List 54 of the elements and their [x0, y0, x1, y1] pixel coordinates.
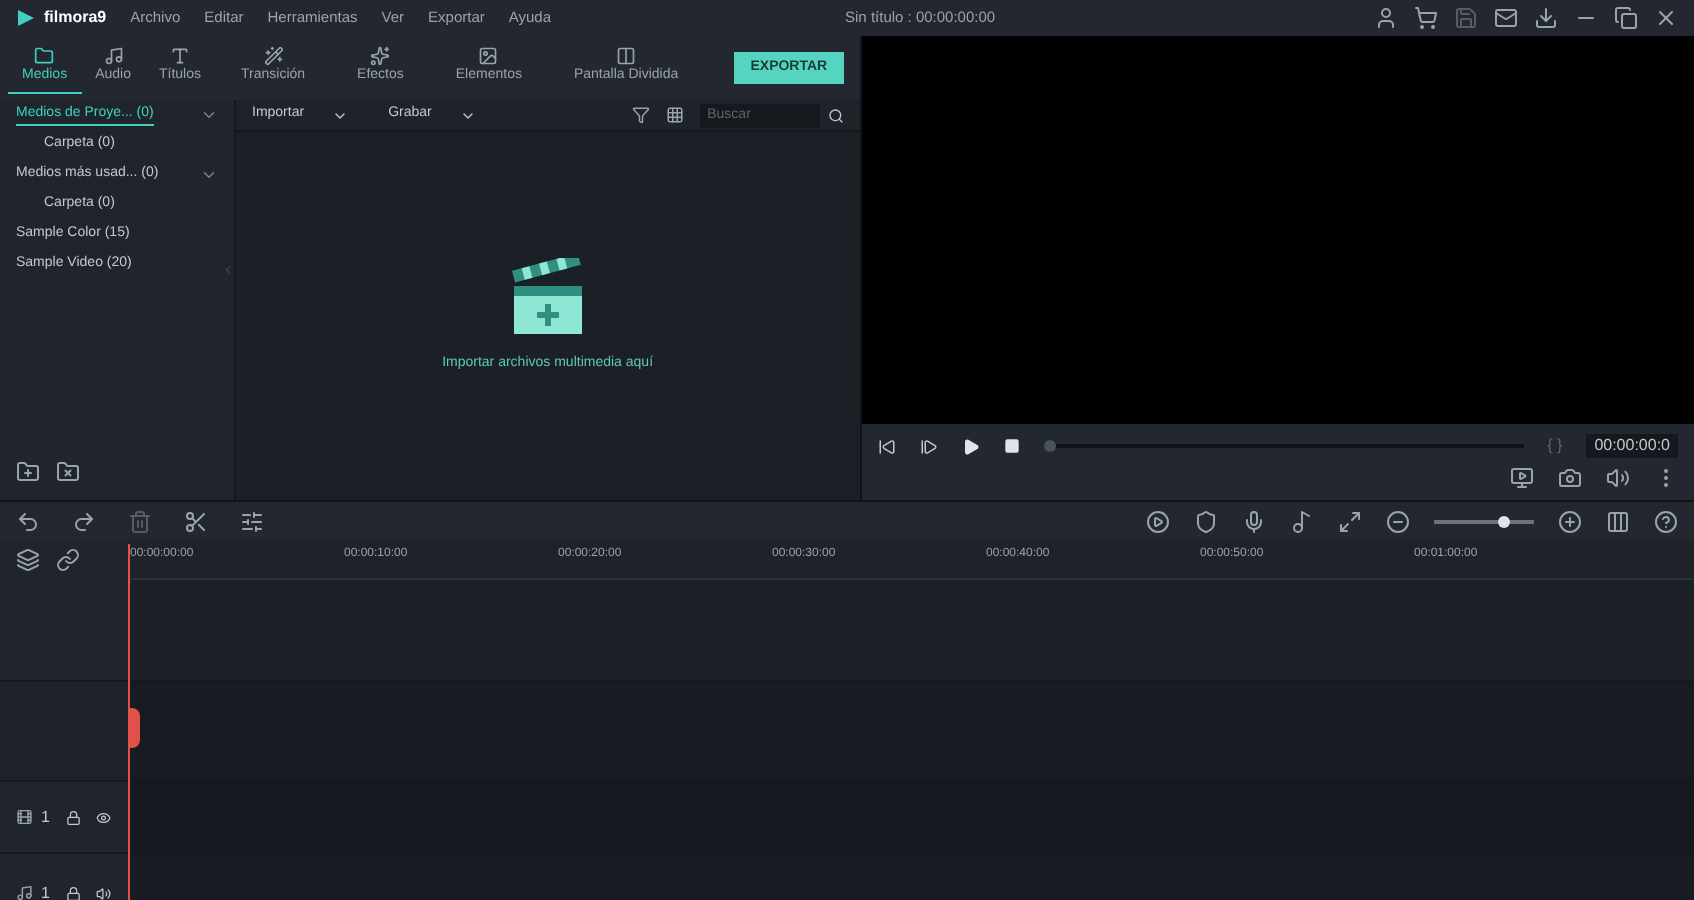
text-icon [169, 46, 190, 67]
lock-icon[interactable] [65, 885, 81, 900]
expand-icon[interactable] [200, 166, 218, 184]
cart-icon[interactable] [1414, 6, 1438, 30]
folder-icon [34, 46, 55, 67]
download-icon[interactable] [1534, 6, 1558, 30]
restore-icon[interactable] [1614, 6, 1638, 30]
fit-icon[interactable] [1338, 509, 1362, 533]
mail-icon[interactable] [1494, 6, 1518, 30]
zoom-slider-thumb[interactable] [1497, 515, 1510, 527]
lock-icon[interactable] [65, 809, 81, 825]
grid-icon[interactable] [665, 106, 684, 124]
eye-icon[interactable] [96, 809, 112, 825]
undo-icon[interactable] [16, 509, 40, 533]
camera-icon[interactable] [1558, 466, 1582, 490]
microphone-icon[interactable] [1242, 509, 1266, 533]
playhead-handle[interactable] [128, 708, 140, 748]
film-icon[interactable] [16, 808, 33, 826]
adjust-icon[interactable] [240, 509, 264, 533]
search-icon[interactable] [827, 107, 844, 123]
image-icon [478, 46, 499, 67]
zoom-in-icon[interactable] [1558, 509, 1582, 533]
folder-icon[interactable] [56, 460, 80, 484]
expand-icon[interactable] [200, 106, 218, 124]
music-icon[interactable] [16, 884, 33, 900]
stop-icon[interactable] [1003, 438, 1020, 454]
next-frame-icon[interactable] [919, 437, 938, 455]
note-icon [103, 46, 124, 67]
account-icon[interactable] [1374, 6, 1398, 30]
logo-icon [16, 8, 36, 28]
filter-icon[interactable] [631, 106, 650, 124]
new-folder-icon[interactable] [16, 460, 40, 484]
volume-icon[interactable] [1606, 466, 1630, 490]
effects-icon [370, 46, 391, 67]
help-icon[interactable] [1654, 509, 1678, 533]
split-icon [616, 46, 637, 67]
zoom-out-icon[interactable] [1386, 509, 1410, 533]
previous-frame-icon[interactable] [877, 437, 896, 455]
render-icon[interactable] [1146, 509, 1170, 533]
clapperboard-plus-icon[interactable] [507, 257, 588, 338]
playback-thumb[interactable] [1043, 440, 1056, 452]
transition-icon [263, 46, 284, 67]
display-icon[interactable] [1510, 466, 1534, 490]
app-name: filmora9 [44, 6, 107, 30]
link-icon[interactable] [56, 548, 80, 572]
play-icon[interactable] [961, 437, 980, 455]
preview-timecode: 00:00:00:0 [1586, 434, 1678, 458]
cut-icon[interactable] [184, 509, 208, 533]
close-icon[interactable] [1654, 6, 1678, 30]
track-number: 1 [40, 805, 50, 829]
redo-icon[interactable] [72, 509, 96, 533]
track-number: 1 [40, 881, 50, 900]
speaker-icon[interactable] [96, 885, 112, 900]
layout-icon[interactable] [1606, 509, 1630, 533]
